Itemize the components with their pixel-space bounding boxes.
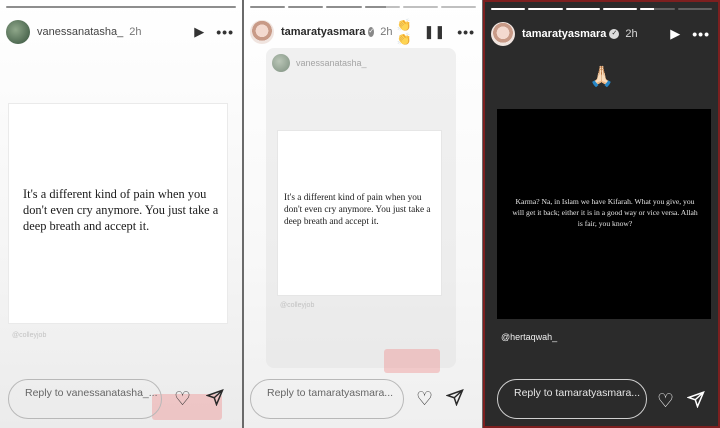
pause-icon[interactable]: ❚❚ xyxy=(423,24,445,40)
story-timestamp: 2h xyxy=(129,26,142,38)
story-progress-bar xyxy=(250,6,477,8)
progress-segment xyxy=(528,8,563,10)
heart-icon[interactable]: ♡ xyxy=(174,388,191,411)
quote-credit: @colleyjob xyxy=(12,332,47,339)
faint-emoji-icon: 👏👏 xyxy=(396,18,412,46)
story-progress-bar xyxy=(491,8,712,10)
progress-segment xyxy=(565,8,600,10)
heart-icon[interactable]: ♡ xyxy=(657,390,674,413)
story-panel-2[interactable]: tamaratyasmara ✓ 2h 👏👏 ❚❚ ••• vanessanat… xyxy=(244,0,482,428)
send-icon[interactable] xyxy=(205,388,224,412)
story-timestamp: 2h xyxy=(380,26,393,38)
verified-badge-icon: ✓ xyxy=(368,27,375,37)
more-icon[interactable]: ••• xyxy=(216,24,234,40)
reshared-avatar xyxy=(272,54,290,72)
progress-segment xyxy=(288,6,324,8)
avatar[interactable] xyxy=(250,20,274,44)
verified-badge-icon: ✓ xyxy=(609,29,620,39)
more-icon[interactable]: ••• xyxy=(457,24,475,40)
story-header: tamaratyasmara ✓ 2h 👏👏 ❚❚ ••• xyxy=(250,18,474,46)
progress-segment xyxy=(602,8,638,10)
more-icon[interactable]: ••• xyxy=(692,26,710,42)
story-username[interactable]: vanessanatasha_ xyxy=(37,26,123,38)
progress-segment xyxy=(364,6,400,8)
progress-segment xyxy=(402,6,438,8)
avatar[interactable] xyxy=(491,22,515,46)
heart-icon[interactable]: ♡ xyxy=(416,388,433,411)
story-username[interactable]: tamaratyasmara xyxy=(522,28,606,40)
quote-card: It's a different kind of pain when you d… xyxy=(8,103,228,324)
play-icon[interactable]: ▶ xyxy=(670,26,680,42)
reshared-story-header: vanessanatasha_ xyxy=(272,54,367,72)
progress-segment xyxy=(6,6,236,8)
progress-segment xyxy=(640,8,675,10)
reshared-username: vanessanatasha_ xyxy=(296,58,367,68)
story-panel-1[interactable]: vanessanatasha_ 2h ▶ ••• It's a differen… xyxy=(0,0,242,428)
send-icon[interactable] xyxy=(686,390,705,414)
faded-sticker xyxy=(384,349,440,373)
progress-segment xyxy=(250,6,286,8)
send-icon[interactable] xyxy=(445,388,464,412)
reply-input[interactable]: Reply to tamaratyasmara... xyxy=(250,379,404,419)
story-header: vanessanatasha_ 2h ▶ ••• xyxy=(6,18,234,46)
quote-card: Karma? Na, in Islam we have Kifarah. Wha… xyxy=(497,109,711,319)
progress-segment xyxy=(326,6,362,8)
quote-card: It's a different kind of pain when you d… xyxy=(277,130,442,296)
quote-text: It's a different kind of pain when you d… xyxy=(23,187,219,233)
story-username[interactable]: tamaratyasmara xyxy=(281,26,365,38)
mention-text[interactable]: @hertaqwah_ xyxy=(501,332,557,342)
quote-credit: @colleyjob xyxy=(280,302,315,309)
progress-segment xyxy=(440,6,477,8)
quote-text: Karma? Na, in Islam we have Kifarah. Wha… xyxy=(512,197,698,228)
play-icon[interactable]: ▶ xyxy=(194,24,204,40)
story-panel-3[interactable]: tamaratyasmara ✓ 2h ▶ ••• 🙏🏻 Karma? Na, … xyxy=(483,0,720,428)
avatar[interactable] xyxy=(6,20,30,44)
reply-input[interactable]: Reply to vanessanatasha_... xyxy=(8,379,162,419)
quote-text: It's a different kind of pain when you d… xyxy=(284,193,431,227)
story-timestamp: 2h xyxy=(625,28,638,40)
reply-input[interactable]: Reply to tamaratyasmara... xyxy=(497,379,647,419)
story-header: tamaratyasmara ✓ 2h ▶ ••• xyxy=(491,20,710,48)
praying-hands-icon: 🙏🏻 xyxy=(589,66,614,88)
progress-segment xyxy=(677,8,712,10)
progress-segment xyxy=(491,8,526,10)
story-progress-bar xyxy=(6,6,236,8)
